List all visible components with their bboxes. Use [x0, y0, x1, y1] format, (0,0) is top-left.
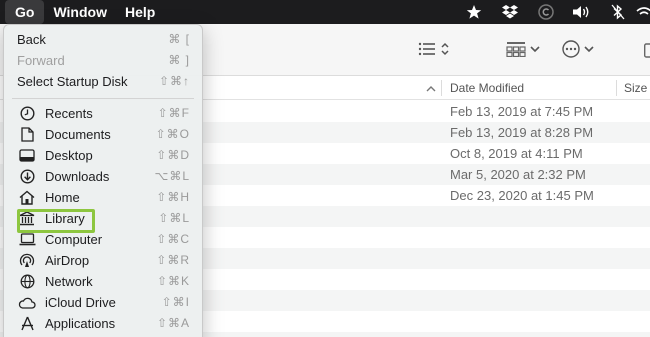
shortcut-label: ⌘ [	[168, 32, 190, 46]
menu-item-label: Back	[17, 32, 46, 47]
menu-item-icloud-drive[interactable]: iCloud Drive ⇧⌘I	[4, 292, 202, 313]
shortcut-label: ⇧⌘R	[156, 253, 190, 267]
share-button[interactable]	[644, 38, 650, 60]
menu-item-documents[interactable]: Documents ⇧⌘O	[4, 124, 202, 145]
more-actions-button[interactable]	[562, 38, 594, 60]
applications-icon	[18, 315, 36, 332]
menu-item-airdrop[interactable]: AirDrop ⇧⌘R	[4, 250, 202, 271]
share-icon	[644, 43, 650, 58]
menu-help[interactable]: Help	[116, 0, 164, 24]
column-separator	[441, 80, 442, 96]
clock-icon	[18, 105, 36, 122]
menu-item-label: iCloud Drive	[45, 295, 116, 310]
menu-item-forward: Forward ⌘ ]	[4, 50, 202, 71]
list-view-icon	[418, 42, 435, 56]
globe-icon	[18, 273, 36, 290]
menu-item-downloads[interactable]: Downloads ⌥⌘L	[4, 166, 202, 187]
shortcut-label: ⌥⌘L	[154, 169, 190, 183]
date-cell: Mar 5, 2020 at 2:32 PM	[450, 167, 586, 182]
menu-item-label: Applications	[45, 316, 116, 331]
menu-item-label: Network	[45, 274, 93, 289]
shortcut-label: ⇧⌘I	[161, 295, 190, 309]
list-view-button[interactable]	[418, 38, 450, 60]
menu-item-label: Downloads	[45, 169, 110, 184]
shortcut-label: ⌘ ]	[168, 53, 190, 67]
menu-item-network[interactable]: Network ⇧⌘K	[4, 271, 202, 292]
date-cell: Oct 8, 2019 at 4:11 PM	[450, 146, 583, 161]
shortcut-label: ⇧⌘H	[156, 190, 190, 204]
more-actions-icon	[562, 40, 580, 58]
computer-icon	[18, 231, 36, 248]
menu-window[interactable]: Window	[44, 0, 116, 24]
date-cell: Dec 23, 2020 at 1:45 PM	[450, 188, 594, 203]
group-icon	[506, 42, 526, 57]
menu-item-label: Select Startup Disk	[17, 74, 128, 89]
airdrop-icon	[18, 252, 36, 269]
date-cell: Feb 13, 2019 at 8:28 PM	[450, 125, 594, 140]
menu-item-label: Computer	[45, 232, 103, 247]
document-icon	[18, 126, 36, 143]
menu-go[interactable]: Go	[5, 0, 45, 24]
menu-item-desktop[interactable]: Desktop ⇧⌘D	[4, 145, 202, 166]
menu-item-label: Documents	[45, 127, 111, 142]
shortcut-label: ⇧⌘A	[156, 316, 190, 330]
library-highlight-box	[17, 209, 95, 233]
menu-item-label: Forward	[17, 53, 65, 68]
shortcut-label: ⇧⌘C	[156, 232, 190, 246]
shortcut-label: ⇧⌘↑	[158, 74, 190, 88]
menu-separator	[12, 98, 194, 99]
menu-item-label: AirDrop	[45, 253, 90, 268]
shortcut-label: ⇧⌘K	[156, 274, 190, 288]
cloud-icon	[18, 294, 36, 311]
menu-item-back[interactable]: Back ⌘ [	[4, 29, 202, 50]
column-separator	[616, 80, 617, 96]
star-icon[interactable]	[456, 0, 492, 24]
date-modified-header[interactable]: Date Modified	[450, 81, 524, 95]
shortcut-label: ⇧⌘F	[157, 106, 190, 120]
menu-item-label: Home	[45, 190, 80, 205]
desktop-icon	[18, 147, 36, 164]
download-icon	[18, 168, 36, 185]
date-cell: Feb 13, 2019 at 7:45 PM	[450, 104, 594, 119]
group-button[interactable]	[506, 38, 540, 60]
menu-item-select-startup-disk[interactable]: Select Startup Disk ⇧⌘↑	[4, 71, 202, 92]
menu-bar: Go Window Help	[0, 0, 650, 24]
menu-item-recents[interactable]: Recents ⇧⌘F	[4, 103, 202, 124]
shortcut-label: ⇧⌘L	[158, 211, 190, 225]
go-menu: Back ⌘ [ Forward ⌘ ] Select Startup Disk…	[3, 24, 203, 337]
bluetooth-icon[interactable]	[600, 0, 636, 24]
home-icon	[18, 189, 36, 206]
chevron-down-icon	[530, 46, 540, 53]
menu-item-label: Recents	[45, 106, 93, 121]
dropbox-icon[interactable]	[492, 0, 528, 24]
shortcut-label: ⇧⌘D	[156, 148, 190, 162]
sort-chevron-icon[interactable]	[426, 85, 436, 92]
shortcut-label: ⇧⌘O	[155, 127, 190, 141]
creative-cloud-icon[interactable]	[528, 0, 564, 24]
menu-item-home[interactable]: Home ⇧⌘H	[4, 187, 202, 208]
updown-chevron-icon	[441, 42, 449, 56]
size-header[interactable]: Size	[624, 81, 647, 95]
menu-item-label: Desktop	[45, 148, 93, 163]
status-area	[456, 0, 650, 24]
menu-item-applications[interactable]: Applications ⇧⌘A	[4, 313, 202, 334]
chevron-down-icon	[584, 46, 594, 53]
volume-icon[interactable]	[564, 0, 600, 24]
wifi-icon[interactable]	[636, 0, 650, 24]
